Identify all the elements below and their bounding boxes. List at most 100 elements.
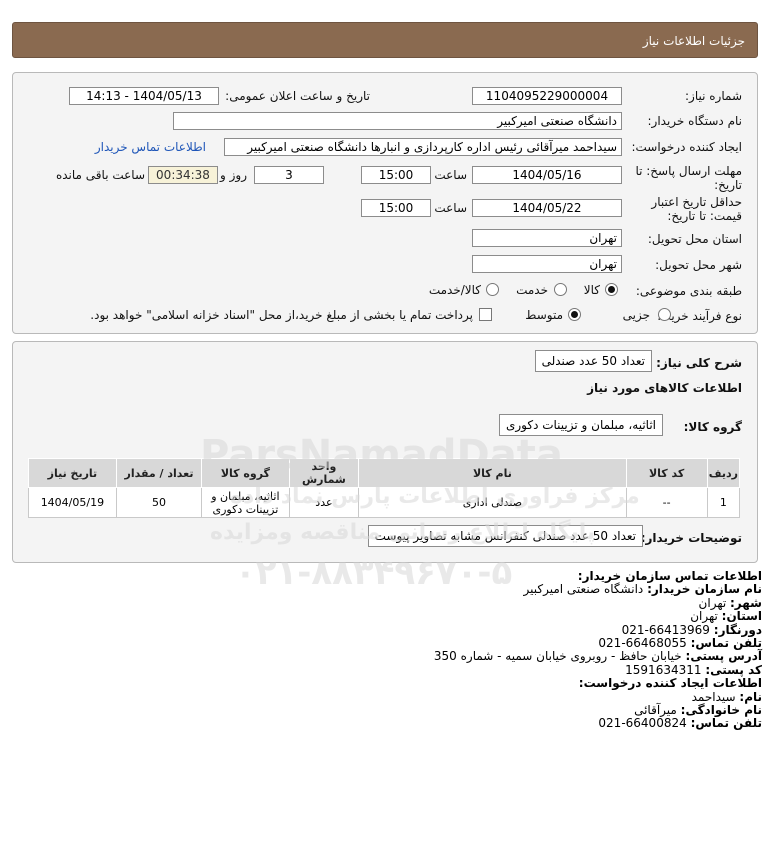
province-label: استان محل تحویل: [647, 232, 742, 246]
treasury-payment-checkbox[interactable] [479, 308, 492, 321]
contact-line-label: نام: [739, 689, 762, 704]
contact-line-value: سیداحمد [691, 689, 740, 704]
creator-field: سیداحمد میرآقائی رئیس اداره کارپردازی و … [224, 138, 622, 156]
days-remaining-field: 3 [254, 166, 324, 184]
buyer-org-field: دانشگاه صنعتی امیرکبیر [173, 112, 622, 130]
city-field: تهران [472, 255, 622, 273]
contact-line: نام سازمان خریدار: دانشگاه صنعتی امیرکبی… [524, 582, 762, 596]
cell-need-date: 1404/05/19 [28, 487, 117, 518]
contact-line-value: 66413969-021 [621, 622, 714, 637]
table-row: 1 -- صندلی اداری عدد اثاثیه، مبلمان و تز… [28, 487, 741, 518]
category-radio-goods-service[interactable] [486, 283, 499, 296]
col-quantity: تعداد / مقدار [115, 458, 203, 488]
goods-table: ردیف کد کالا نام کالا واحد شمارش گروه کا… [28, 458, 741, 518]
contact-line-value: تهران [690, 609, 722, 624]
contact-line: اطلاعات تماس سازمان خریدار: [578, 569, 762, 583]
deadline-label-1: مهلت ارسال پاسخ: تا [635, 164, 742, 178]
category-option-goods-service: کالا/خدمت [428, 283, 481, 297]
province-field: تهران [472, 229, 622, 247]
contact-line: نام: سیداحمد [692, 690, 762, 704]
cell-goods-name: صندلی اداری [358, 487, 627, 518]
announce-label: تاریخ و ساعت اعلان عمومی: [225, 89, 370, 103]
contact-line: اطلاعات ایجاد کننده درخواست: [579, 676, 762, 690]
category-option-service: خدمت [516, 283, 548, 297]
buyer-org-label: نام دستگاه خریدار: [647, 114, 743, 128]
contact-line-label: نام خانوادگی: [680, 703, 762, 717]
process-option-minor: جزیی [622, 308, 650, 322]
process-radio-medium[interactable] [568, 308, 581, 321]
contact-line: نام خانوادگی: میرآقائی [634, 703, 762, 717]
need-number-label: شماره نیاز: [685, 89, 742, 103]
deadline-time-field: 15:00 [361, 166, 431, 184]
contact-line-value: دانشگاه صنعتی امیرکبیر [523, 582, 648, 597]
process-option-medium: متوسط [525, 308, 563, 322]
contact-line-value: 66400824-021 [598, 716, 691, 731]
validity-date-field: 1404/05/22 [472, 199, 622, 217]
col-unit: واحد شمارش [288, 458, 360, 488]
contact-line-label: شهر: [730, 595, 762, 610]
contact-line-label: اطلاعات تماس سازمان خریدار: [577, 569, 762, 583]
countdown-timer: 00:34:38 [148, 166, 218, 184]
contact-line-label: آدرس پستی: [685, 649, 762, 664]
goods-group-box: اثاثیه، مبلمان و تزیینات دکوری [498, 414, 663, 436]
buyer-notes-label: توضیحات خریدار: [640, 531, 742, 545]
contact-line-label: اطلاعات ایجاد کننده درخواست: [578, 676, 762, 691]
validity-time-field: 15:00 [361, 199, 431, 217]
description-label: شرح کلی نیاز: [656, 356, 742, 370]
contact-line-label: نام سازمان خریدار: [647, 582, 762, 597]
validity-time-label: ساعت [434, 201, 467, 215]
contact-line: تلفن تماس: 66468055-021 [598, 636, 762, 650]
contact-line-value: 1591634311 [625, 662, 706, 677]
contact-line-label: استان: [721, 609, 762, 624]
contact-line-value: 66468055-021 [598, 636, 691, 650]
announce-field: 1404/05/13 - 14:13 [69, 87, 219, 105]
buyer-contact-link[interactable]: اطلاعات تماس خریدار [95, 140, 206, 154]
cell-quantity: 50 [115, 487, 203, 518]
contact-line-label: دورنگار: [713, 622, 762, 637]
contact-line-label: تلفن تماس: [690, 636, 762, 650]
contact-line: شهر: تهران [699, 596, 762, 610]
cell-goods-code: -- [625, 487, 708, 518]
category-option-goods: کالا [583, 283, 600, 297]
contact-line-label: کد پستی: [705, 662, 762, 677]
cell-unit: عدد [288, 487, 360, 518]
treasury-payment-note: پرداخت تمام یا بخشی از مبلغ خرید،از محل … [90, 308, 473, 322]
days-label: روز و [220, 168, 247, 182]
col-goods-name: نام کالا [358, 458, 627, 488]
col-need-date: تاریخ نیاز [28, 458, 117, 488]
contact-line-value: تهران [698, 595, 730, 610]
contact-line-value: میرآقائی [634, 703, 681, 717]
contact-line: کد پستی: 1591634311 [625, 663, 762, 677]
need-number-field: 1104095229000004 [472, 87, 622, 105]
cell-row-number: 1 [706, 487, 741, 518]
goods-group-label: گروه کالا: [683, 420, 742, 434]
city-label: شهر محل تحویل: [655, 258, 742, 272]
creator-label: ایجاد کننده درخواست: [631, 140, 742, 154]
contact-line: استان: تهران [690, 609, 762, 623]
goods-table-header: ردیف کد کالا نام کالا واحد شمارش گروه کا… [28, 458, 741, 488]
category-radio-goods[interactable] [605, 283, 618, 296]
process-radio-minor[interactable] [658, 308, 671, 321]
remaining-label: ساعت باقی مانده [55, 168, 145, 182]
goods-info-heading: اطلاعات کالاهای مورد نیاز [587, 381, 742, 395]
contact-line-label: تلفن تماس: [690, 716, 762, 731]
deadline-date-field: 1404/05/16 [472, 166, 622, 184]
deadline-label-2: تاریخ: [714, 178, 742, 192]
description-box: تعداد 50 عدد صندلی [534, 350, 652, 372]
validity-label-2: قیمت: تا تاریخ: [667, 209, 742, 223]
category-label: طبقه بندی موضوعی: [635, 284, 742, 298]
col-row-number: ردیف [706, 458, 741, 488]
contact-line: دورنگار: 66413969-021 [622, 623, 762, 637]
buyer-notes-box: تعداد 50 عدد صندلی کنفرانس مشابه تصاویر … [367, 525, 643, 547]
page-title: جزئیات اطلاعات نیاز [642, 34, 745, 48]
validity-label-1: حداقل تاریخ اعتبار [651, 195, 742, 209]
col-goods-code: کد کالا [625, 458, 708, 488]
contact-line: آدرس پستی: خیابان حافظ - روبروی خیابان س… [434, 649, 762, 663]
contact-line: تلفن تماس: 66400824-021 [598, 716, 762, 730]
category-radio-service[interactable] [554, 283, 567, 296]
contact-line-value: خیابان حافظ - روبروی خیابان سمیه - شماره… [433, 649, 686, 664]
cell-goods-group: اثاثیه، مبلمان و تزیینات دکوری [201, 487, 290, 518]
col-goods-group: گروه کالا [201, 458, 290, 488]
page-header: جزئیات اطلاعات نیاز [12, 22, 758, 58]
deadline-time-label: ساعت [434, 168, 467, 182]
